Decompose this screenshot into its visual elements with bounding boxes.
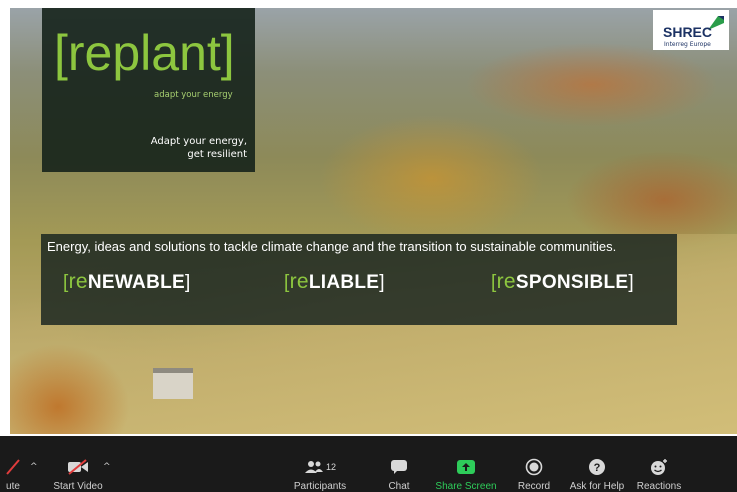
pillar-text: NEWABLE (87, 272, 185, 293)
pillar-text: LIABLE (308, 272, 380, 293)
video-off-icon (67, 454, 89, 479)
share-screen-label: Share Screen (435, 481, 497, 492)
logo-close-bracket: ] (220, 25, 235, 81)
mute-button[interactable]: ute (0, 436, 28, 492)
shrec-wordmark: SHREC (663, 24, 713, 40)
pillar-prefix: re (68, 270, 88, 293)
ask-for-help-button[interactable]: ? Ask for Help (569, 436, 625, 492)
message-banner: Energy, ideas and solutions to tackle cl… (41, 234, 677, 325)
tagline-line-2: get resilient (187, 149, 247, 160)
shared-screen: [replant] adapt your energy Adapt your e… (10, 8, 737, 434)
record-button[interactable]: Record (516, 436, 552, 492)
background-trees (10, 344, 130, 434)
shrec-logo: SHREC Interreg Europe (653, 10, 729, 50)
tagline-line-1: Adapt your energy, (150, 136, 247, 147)
reactions-icon (649, 454, 669, 479)
replant-logo-panel: [replant] adapt your energy Adapt your e… (42, 8, 255, 172)
background-stone-hut (153, 368, 193, 399)
record-label: Record (517, 481, 551, 492)
pillar-responsible: [reSPONSIBLE] (491, 270, 634, 293)
banner-text: Energy, ideas and solutions to tackle cl… (47, 239, 617, 254)
logo-subtitle: adapt your energy (154, 90, 233, 100)
start-video-label: Start Video (53, 481, 103, 492)
pillar-reliable: [reLIABLE] (284, 270, 385, 293)
pillar-prefix: re (496, 270, 516, 293)
chat-button[interactable]: Chat (382, 436, 416, 492)
participants-button[interactable]: 12 Participants (290, 436, 350, 492)
participants-icon (304, 460, 323, 473)
chat-label: Chat (388, 481, 410, 492)
audio-options-caret[interactable]: ^ (30, 462, 38, 472)
logo-tagline: Adapt your energy, get resilient (151, 135, 247, 161)
pillar-text: SPONSIBLE (515, 272, 629, 293)
help-icon: ? (588, 454, 606, 479)
start-video-button[interactable]: Start Video (50, 436, 106, 492)
reactions-button[interactable]: Reactions (636, 436, 682, 492)
pillar-prefix: re (289, 270, 309, 293)
participants-label: Participants (293, 481, 347, 492)
shrec-subtitle: Interreg Europe (664, 41, 711, 48)
video-options-caret[interactable]: ^ (103, 462, 111, 472)
mute-label: ute (6, 481, 20, 492)
meeting-toolbar: ute ^ Start Video ^ 12 Participants Chat… (0, 436, 737, 492)
share-screen-button[interactable]: Share Screen (435, 436, 497, 492)
participants-icon-wrap: 12 (304, 454, 336, 479)
participants-count: 12 (325, 461, 336, 472)
share-screen-icon (456, 454, 476, 479)
ask-for-help-label: Ask for Help (569, 481, 625, 492)
replant-logo: [replant] (54, 28, 235, 78)
pillar-renewable: [reNEWABLE] (63, 270, 191, 293)
svg-text:?: ? (594, 462, 601, 474)
record-icon (525, 454, 543, 479)
reactions-label: Reactions (636, 481, 682, 492)
microphone-muted-icon (5, 454, 21, 479)
logo-word: replant (67, 25, 221, 81)
chat-icon (390, 454, 408, 479)
logo-open-bracket: [ (54, 25, 68, 81)
